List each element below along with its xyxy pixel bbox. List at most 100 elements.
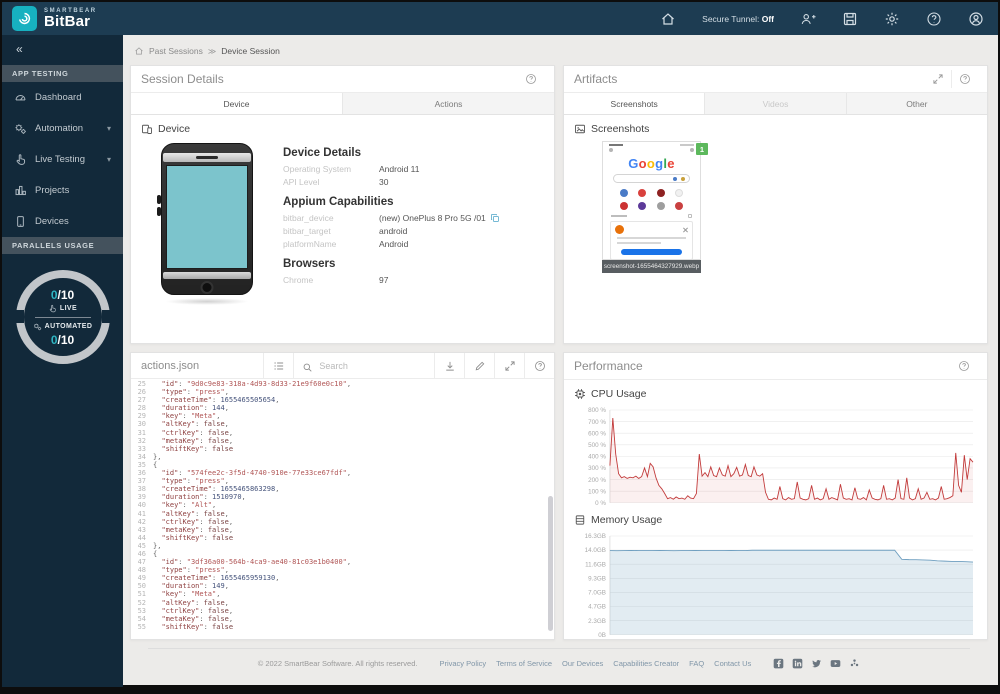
artifacts-title: Artifacts xyxy=(574,72,618,86)
code-line: 31 "ctrlKey": false, xyxy=(131,429,554,437)
tab-device[interactable]: Device xyxy=(131,93,343,114)
svg-text:200 %: 200 % xyxy=(588,477,606,484)
cpu-usage-chart: CPU Usage 800 % 700 % 600 % 500 % 400 % 300 %… xyxy=(574,388,977,510)
section-title: Browsers xyxy=(283,258,336,270)
search-input[interactable] xyxy=(319,360,426,371)
home-breadcrumb-icon[interactable] xyxy=(134,46,144,56)
memory-chart-plot: 16.3GB 14.0GB 11.6GB 9.3GB 7.0GB 4.7GB 2.3GB 0B xyxy=(585,533,974,639)
detail-value: 97 xyxy=(379,275,389,285)
actions-json-title: actions.json xyxy=(141,359,200,372)
footer-link-our-devices[interactable]: Our Devices xyxy=(562,659,603,668)
artifacts-help-icon[interactable] xyxy=(951,70,977,88)
detail-row: platformName Android xyxy=(283,239,540,249)
footer-link-faq[interactable]: FAQ xyxy=(689,659,704,668)
line-number: 33 xyxy=(137,444,146,453)
shortcut-dot xyxy=(620,189,629,197)
sidebar-item-automation[interactable]: Automation ▾ xyxy=(2,113,123,144)
screenshot-thumbnail[interactable]: Google 1 screenshot-1655464327929.webp xyxy=(602,141,708,273)
footer-link-privacy-policy[interactable]: Privacy Policy xyxy=(439,659,486,668)
line-number: 40 xyxy=(137,501,146,510)
footer-link-capabilities-creator[interactable]: Capabilities Creator xyxy=(613,659,679,668)
code-line: 44 "shiftKey": false xyxy=(131,534,554,542)
session-help-icon[interactable] xyxy=(518,70,544,88)
gear-icon[interactable] xyxy=(884,11,900,27)
code-line: 53 "ctrlKey": false, xyxy=(131,607,554,615)
detail-value: android xyxy=(379,226,408,236)
close-icon xyxy=(683,227,688,232)
svg-text:400 %: 400 % xyxy=(588,454,606,461)
chevron-down-icon: ▾ xyxy=(106,155,111,164)
tab-other[interactable]: Other xyxy=(846,93,987,114)
code-line: 46{ xyxy=(131,550,554,558)
sidebar-item-label: Projects xyxy=(35,185,70,196)
code-line: 39 "duration": 1510970, xyxy=(131,493,554,501)
code-line: 36 "id": "574fee2c-3f5d-4740-910e-77e33c… xyxy=(131,469,554,477)
code-scrollbar[interactable] xyxy=(548,496,553,632)
line-number: 27 xyxy=(137,396,146,405)
screenshot-preview: Google xyxy=(602,141,701,260)
line-number: 39 xyxy=(137,493,146,502)
artifacts-expand-icon[interactable] xyxy=(925,70,951,88)
line-number: 48 xyxy=(137,566,146,575)
shortcut-dot xyxy=(638,202,647,210)
community-icon[interactable] xyxy=(849,658,860,669)
detail-label: platformName xyxy=(283,239,337,249)
facebook-icon[interactable] xyxy=(773,658,784,669)
svg-text:700 %: 700 % xyxy=(588,419,606,426)
detail-row: API Level 30 xyxy=(283,177,540,187)
tab-screenshots[interactable]: Screenshots xyxy=(564,93,706,114)
sidebar-item-projects[interactable]: Projects xyxy=(2,175,123,206)
line-number: 44 xyxy=(137,533,146,542)
secure-tunnel-status[interactable]: Secure Tunnel: Off xyxy=(702,14,774,24)
footer-link-contact-us[interactable]: Contact Us xyxy=(714,659,751,668)
line-number: 52 xyxy=(137,598,146,607)
line-number: 41 xyxy=(137,509,146,518)
line-number: 53 xyxy=(137,606,146,615)
help-icon[interactable] xyxy=(926,11,942,27)
sidebar-item-dashboard[interactable]: Dashboard xyxy=(2,82,123,113)
code-expand-icon[interactable] xyxy=(494,353,524,379)
svg-text:800 %: 800 % xyxy=(588,407,606,414)
add-user-icon[interactable] xyxy=(800,11,816,27)
line-number: 49 xyxy=(137,574,146,583)
svg-text:9.3GB: 9.3GB xyxy=(588,575,606,582)
tab-videos[interactable]: Videos xyxy=(705,93,847,114)
youtube-icon[interactable] xyxy=(830,658,841,669)
sidebar-item-devices[interactable]: Devices xyxy=(2,206,123,237)
list-view-icon[interactable] xyxy=(263,353,293,379)
artifacts-tabs: Screenshots Videos Other xyxy=(564,93,987,115)
code-editor[interactable]: 25 "id": "9d0c9e83-318a-4d93-8d33-21e9f6… xyxy=(131,379,554,639)
save-icon[interactable] xyxy=(842,11,858,27)
tab-actions[interactable]: Actions xyxy=(343,93,554,114)
session-tabs: Device Actions xyxy=(131,93,554,115)
brand-logo[interactable]: SMARTBEAR BitBar xyxy=(12,6,97,31)
twitter-icon[interactable] xyxy=(811,658,822,669)
code-line: 48 "type": "press", xyxy=(131,566,554,574)
linkedin-icon[interactable] xyxy=(792,658,803,669)
sidebar-collapse-button[interactable]: « xyxy=(2,35,123,65)
footer-link-terms-of-service[interactable]: Terms of Service xyxy=(496,659,552,668)
actions-json-panel: actions.json 25 "id": "9d0c9e83-318a-4d9… xyxy=(130,352,555,640)
code-line: 50 "duration": 149, xyxy=(131,582,554,590)
gauge-divider xyxy=(34,316,91,318)
footer: © 2022 SmartBear Software. All rights re… xyxy=(148,648,970,669)
google-logo: Google xyxy=(628,156,675,171)
code-line: 49 "createTime": 1655465959130, xyxy=(131,574,554,582)
memory-usage-heading: Memory Usage xyxy=(574,514,977,526)
home-icon[interactable] xyxy=(660,11,676,27)
code-search xyxy=(293,353,434,379)
svg-text:0 %: 0 % xyxy=(595,500,606,507)
copy-icon[interactable] xyxy=(490,213,500,223)
edit-icon[interactable] xyxy=(464,353,494,379)
code-line: 54 "metaKey": false, xyxy=(131,615,554,623)
download-icon[interactable] xyxy=(434,353,464,379)
code-line: 55 "shiftKey": false xyxy=(131,623,554,631)
memory-usage-chart: Memory Usage 16.3GB 14.0GB 11.6GB 9.3GB 7.0G… xyxy=(574,514,977,639)
performance-help-icon[interactable] xyxy=(951,357,977,375)
breadcrumb-past-sessions[interactable]: Past Sessions xyxy=(149,46,203,56)
shortcut-dot xyxy=(674,202,683,210)
code-help-icon[interactable] xyxy=(524,353,554,379)
code-line: 43 "metaKey": false, xyxy=(131,526,554,534)
sidebar-item-live-testing[interactable]: Live Testing ▾ xyxy=(2,144,123,175)
account-icon[interactable] xyxy=(968,11,984,27)
